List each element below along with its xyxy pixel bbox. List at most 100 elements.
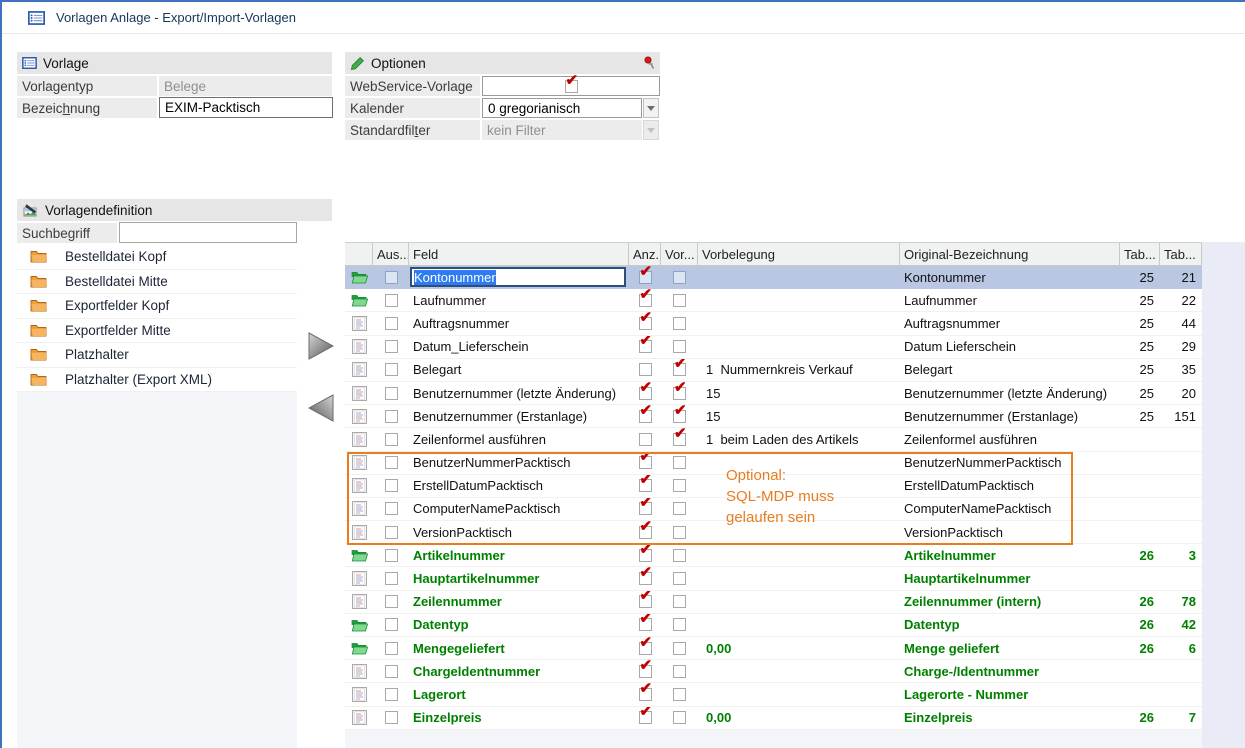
- anz-checkbox[interactable]: ✔: [639, 502, 652, 515]
- vor-checkbox[interactable]: ✔: [673, 433, 686, 446]
- vorbelegung-cell[interactable]: 0,00: [698, 707, 900, 729]
- table-row[interactable]: Benutzernummer (letzte Änderung)✔✔15Benu…: [345, 382, 1202, 405]
- aus-checkbox[interactable]: [385, 294, 398, 307]
- table-row[interactable]: Auftragsnummer✔Auftragsnummer2544: [345, 312, 1202, 335]
- table-row[interactable]: Laufnummer✔Laufnummer2522: [345, 289, 1202, 312]
- column-header[interactable]: Anz...: [629, 243, 661, 265]
- vor-checkbox[interactable]: ✔: [673, 363, 686, 376]
- feld-cell[interactable]: ErstellDatumPacktisch: [409, 475, 629, 497]
- column-header[interactable]: Original-Bezeichnung: [900, 243, 1120, 265]
- folder-item[interactable]: Exportfelder Mitte: [17, 319, 297, 344]
- vorbelegung-cell[interactable]: 1 Nummernkreis Verkauf: [698, 359, 900, 381]
- table-row[interactable]: Einzelpreis✔0,00Einzelpreis267: [345, 707, 1202, 730]
- aus-checkbox[interactable]: [385, 595, 398, 608]
- feld-cell[interactable]: Hauptartikelnummer: [409, 567, 629, 589]
- anz-checkbox[interactable]: ✔: [639, 642, 652, 655]
- column-header[interactable]: Tab...: [1120, 243, 1160, 265]
- vor-checkbox[interactable]: [673, 317, 686, 330]
- folder-item[interactable]: Bestelldatei Kopf: [17, 245, 297, 270]
- table-row[interactable]: Kontonummer✔Kontonummer2521: [345, 266, 1202, 289]
- aus-checkbox[interactable]: [385, 502, 398, 515]
- feld-cell[interactable]: Artikelnummer: [409, 544, 629, 566]
- folder-item[interactable]: Platzhalter (Export XML): [17, 368, 297, 393]
- anz-checkbox[interactable]: ✔: [639, 618, 652, 631]
- vorbelegung-cell[interactable]: [698, 683, 900, 705]
- column-header[interactable]: Feld: [409, 243, 629, 265]
- aus-checkbox[interactable]: [385, 688, 398, 701]
- vorbelegung-cell[interactable]: 15: [698, 405, 900, 427]
- vorbelegung-cell[interactable]: [698, 591, 900, 613]
- table-row[interactable]: ErstellDatumPacktisch✔ErstellDatumPackti…: [345, 475, 1202, 498]
- aus-checkbox[interactable]: [385, 665, 398, 678]
- folder-item[interactable]: Bestelldatei Mitte: [17, 270, 297, 295]
- feld-cell[interactable]: Belegart: [409, 359, 629, 381]
- feld-cell[interactable]: Datentyp: [409, 614, 629, 636]
- vor-checkbox[interactable]: [673, 665, 686, 678]
- folder-item[interactable]: Platzhalter: [17, 343, 297, 368]
- anz-checkbox[interactable]: ✔: [639, 456, 652, 469]
- aus-checkbox[interactable]: [385, 572, 398, 585]
- aus-checkbox[interactable]: [385, 317, 398, 330]
- anz-checkbox[interactable]: ✔: [639, 549, 652, 562]
- feld-cell[interactable]: Auftragsnummer: [409, 312, 629, 334]
- table-row[interactable]: BenutzerNummerPacktisch✔BenutzerNummerPa…: [345, 452, 1202, 475]
- anz-checkbox[interactable]: ✔: [639, 665, 652, 678]
- move-right-button[interactable]: [308, 332, 334, 360]
- feld-cell[interactable]: BenutzerNummerPacktisch: [409, 452, 629, 474]
- table-row[interactable]: Benutzernummer (Erstanlage)✔✔15Benutzern…: [345, 405, 1202, 428]
- aus-checkbox[interactable]: [385, 433, 398, 446]
- aus-checkbox[interactable]: [385, 410, 398, 423]
- feld-cell[interactable]: Einzelpreis: [409, 707, 629, 729]
- table-row[interactable]: Lagerort✔Lagerorte - Nummer: [345, 683, 1202, 706]
- webservice-checkbox[interactable]: ✔: [565, 80, 578, 93]
- anz-checkbox[interactable]: ✔: [639, 595, 652, 608]
- anz-checkbox[interactable]: ✔: [639, 317, 652, 330]
- table-row[interactable]: ComputerNamePacktisch✔ComputerNamePackti…: [345, 498, 1202, 521]
- anz-checkbox[interactable]: ✔: [639, 688, 652, 701]
- feld-cell[interactable]: Kontonummer: [409, 266, 629, 288]
- aus-checkbox[interactable]: [385, 387, 398, 400]
- table-row[interactable]: Zeilennummer✔Zeilennummer (intern)2678: [345, 591, 1202, 614]
- aus-checkbox[interactable]: [385, 479, 398, 492]
- vorbelegung-cell[interactable]: 15: [698, 382, 900, 404]
- feld-edit-input[interactable]: Kontonummer: [410, 267, 626, 287]
- vorbelegung-cell[interactable]: 1 beim Laden des Artikels: [698, 428, 900, 450]
- move-left-button[interactable]: [308, 394, 334, 422]
- vor-checkbox[interactable]: [673, 456, 686, 469]
- vorbelegung-cell[interactable]: [698, 660, 900, 682]
- table-row[interactable]: Datum_Lieferschein✔Datum Lieferschein252…: [345, 336, 1202, 359]
- vorbelegung-cell[interactable]: [698, 475, 900, 497]
- anz-checkbox[interactable]: [639, 363, 652, 376]
- aus-checkbox[interactable]: [385, 340, 398, 353]
- suchbegriff-input[interactable]: [119, 222, 297, 243]
- table-row[interactable]: Artikelnummer✔Artikelnummer263: [345, 544, 1202, 567]
- feld-cell[interactable]: Datum_Lieferschein: [409, 336, 629, 358]
- vorbelegung-cell[interactable]: [698, 498, 900, 520]
- vor-checkbox[interactable]: [673, 526, 686, 539]
- table-row[interactable]: Datentyp✔Datentyp2642: [345, 614, 1202, 637]
- vor-checkbox[interactable]: [673, 502, 686, 515]
- column-header[interactable]: Aus...: [373, 243, 409, 265]
- feld-cell[interactable]: Zeilenformel ausführen: [409, 428, 629, 450]
- vorbelegung-cell[interactable]: [698, 312, 900, 334]
- aus-checkbox[interactable]: [385, 526, 398, 539]
- feld-cell[interactable]: Chargeldentnummer: [409, 660, 629, 682]
- folder-item[interactable]: Exportfelder Kopf: [17, 294, 297, 319]
- feld-cell[interactable]: Mengegeliefert: [409, 637, 629, 659]
- vor-checkbox[interactable]: [673, 271, 686, 284]
- column-header[interactable]: Tab...: [1160, 243, 1202, 265]
- vorbelegung-cell[interactable]: [698, 289, 900, 311]
- vor-checkbox[interactable]: [673, 549, 686, 562]
- vor-checkbox[interactable]: ✔: [673, 387, 686, 400]
- aus-checkbox[interactable]: [385, 456, 398, 469]
- feld-cell[interactable]: Benutzernummer (letzte Änderung): [409, 382, 629, 404]
- anz-checkbox[interactable]: ✔: [639, 711, 652, 724]
- anz-checkbox[interactable]: ✔: [639, 271, 652, 284]
- column-header[interactable]: Vor...: [661, 243, 698, 265]
- feld-cell[interactable]: VersionPacktisch: [409, 521, 629, 543]
- feld-cell[interactable]: Benutzernummer (Erstanlage): [409, 405, 629, 427]
- vor-checkbox[interactable]: [673, 711, 686, 724]
- vor-checkbox[interactable]: [673, 618, 686, 631]
- feld-cell[interactable]: ComputerNamePacktisch: [409, 498, 629, 520]
- column-header[interactable]: Vorbelegung: [698, 243, 900, 265]
